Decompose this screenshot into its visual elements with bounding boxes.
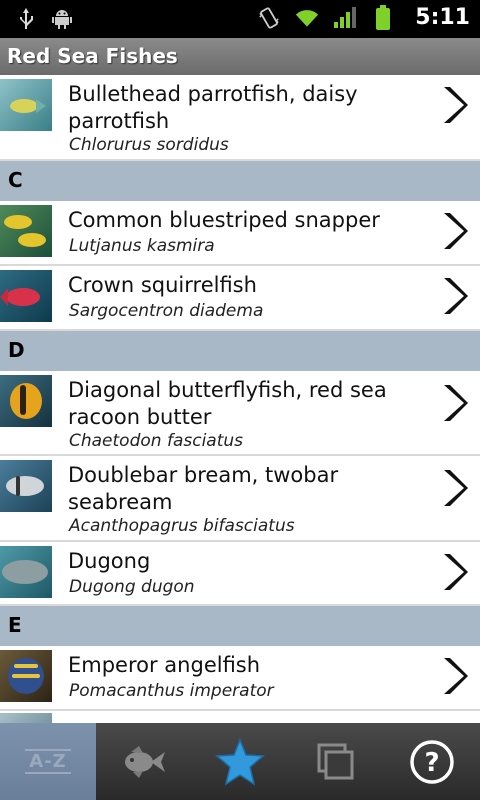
common-name: Diagonal butterflyfish, red sea racoon b… <box>68 378 387 429</box>
android-debug-icon <box>50 7 74 31</box>
chevron-right-icon <box>444 470 468 506</box>
section-letter: C <box>8 168 23 192</box>
scientific-name: Lutjanus kasmira <box>69 236 215 256</box>
list-item[interactable]: Crown squirrelfish Sargocentron diadema <box>0 266 480 331</box>
chevron-right-icon <box>444 278 468 314</box>
tab-help[interactable]: ? <box>384 723 480 800</box>
wifi-icon <box>295 6 319 30</box>
star-icon <box>215 737 265 786</box>
common-name: Common bluestriped snapper <box>68 208 380 232</box>
list-item[interactable]: Diagonal butterflyfish, red sea racoon b… <box>0 371 480 456</box>
scientific-name: Chaetodon fasciatus <box>69 431 244 451</box>
battery-icon <box>371 4 395 30</box>
fish-icon <box>125 745 165 778</box>
svg-text:?: ? <box>424 748 439 778</box>
chevron-right-icon <box>444 554 468 590</box>
clock: 5:11 <box>415 5 470 30</box>
list-item[interactable]: Doublebar bream, twobar seabream Acantho… <box>0 456 480 542</box>
title-bar: Red Sea Fishes <box>0 38 480 75</box>
fish-thumbnail <box>0 546 52 598</box>
list-item[interactable]: Emperor angelfish Pomacanthus imperator <box>0 646 480 711</box>
tab-favorites[interactable] <box>192 723 288 800</box>
tab-fish[interactable] <box>96 723 192 800</box>
common-name: Crown squirrelfish <box>68 273 257 297</box>
fish-thumbnail <box>0 460 52 512</box>
list-item[interactable]: Bullethead parrotfish, daisy parrotfish … <box>0 75 480 161</box>
common-name: Dugong <box>68 549 151 573</box>
chevron-right-icon <box>444 385 468 421</box>
section-header: D <box>0 331 480 371</box>
scientific-name: Chlorurus sordidus <box>69 135 229 155</box>
vibrate-icon <box>257 6 281 30</box>
section-letter: D <box>8 338 25 362</box>
help-icon: ? <box>410 739 454 784</box>
status-bar: 5:11 <box>0 0 480 38</box>
chevron-right-icon <box>444 87 468 123</box>
app-title: Red Sea Fishes <box>7 44 178 68</box>
gallery-icon <box>317 743 354 779</box>
fish-thumbnail <box>0 713 52 723</box>
tab-gallery[interactable] <box>288 723 384 800</box>
section-letter: E <box>8 613 22 637</box>
fish-thumbnail <box>0 375 52 427</box>
fish-thumbnail <box>0 205 52 257</box>
list-item[interactable]: Dugong Dugong dugon <box>0 542 480 606</box>
scientific-name: Acanthopagrus bifasciatus <box>69 516 295 536</box>
signal-icon <box>333 6 357 30</box>
usb-icon <box>14 7 38 31</box>
scientific-name: Pomacanthus imperator <box>69 681 274 701</box>
section-header: E <box>0 606 480 646</box>
bottom-tab-bar: A-Z ? <box>0 723 480 800</box>
scientific-name: Dugong dugon <box>69 577 195 597</box>
chevron-right-icon <box>444 213 468 249</box>
fish-thumbnail <box>0 270 52 322</box>
list-item[interactable]: Common bluestriped snapper Lutjanus kasm… <box>0 201 480 266</box>
common-name: Doublebar bream, twobar seabream <box>68 463 339 514</box>
section-header: C <box>0 161 480 201</box>
chevron-right-icon <box>444 658 468 694</box>
common-name: Emperor angelfish <box>68 653 261 677</box>
fish-thumbnail <box>0 79 52 131</box>
species-list[interactable]: Bullethead parrotfish, daisy parrotfish … <box>0 75 480 723</box>
fish-thumbnail <box>0 650 52 702</box>
az-icon: A-Z <box>25 749 71 774</box>
common-name: Bullethead parrotfish, daisy parrotfish <box>68 82 358 133</box>
scientific-name: Sargocentron diadema <box>69 301 264 321</box>
tab-az[interactable]: A-Z <box>0 723 96 800</box>
list-item[interactable] <box>0 711 480 723</box>
